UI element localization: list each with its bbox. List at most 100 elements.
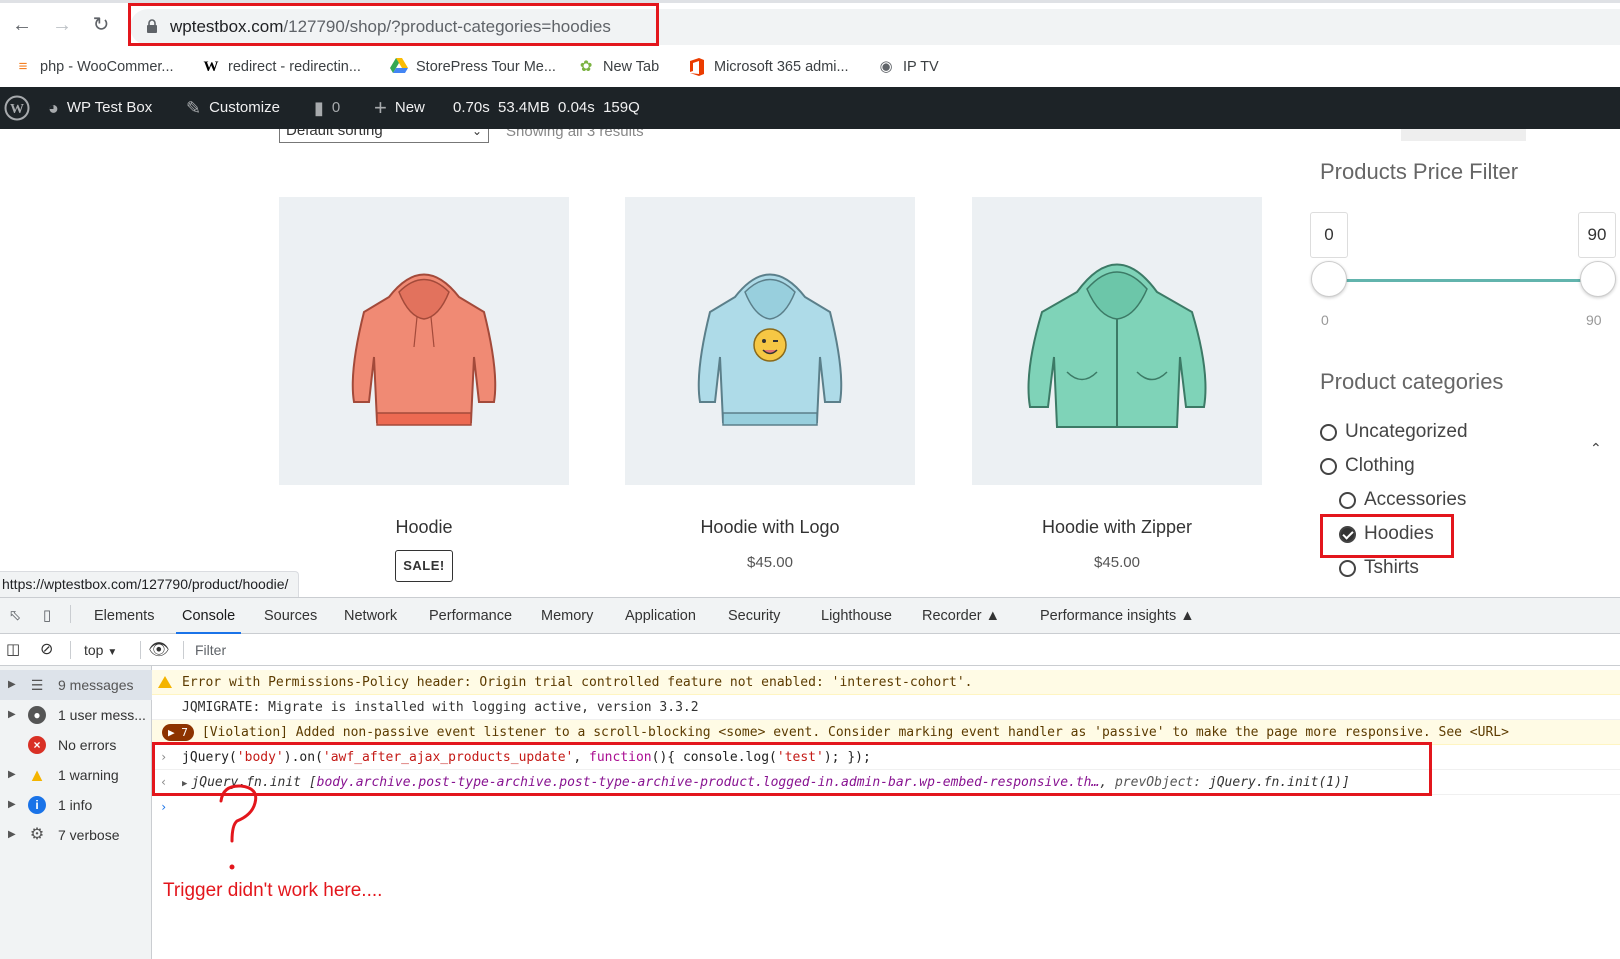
max-price-input[interactable]: 90 [1578, 212, 1616, 258]
tab-recorder[interactable]: Recorder ▲ [922, 598, 1000, 634]
category-label: Uncategorized [1345, 421, 1468, 442]
query-monitor-stats[interactable]: 0.70s 53.4MB 0.04s 159Q [453, 87, 640, 129]
chevron-up-icon[interactable]: ⌃ [1590, 440, 1602, 457]
tab-performance[interactable]: Performance [429, 598, 512, 634]
forward-arrow-icon[interactable]: → [50, 13, 74, 37]
product-name[interactable]: Hoodie with Zipper [972, 517, 1262, 538]
bookmark-label: Microsoft 365 admi... [714, 59, 849, 75]
bookmark-label: php - WooCommer... [40, 59, 174, 75]
back-arrow-icon[interactable]: ← [10, 13, 34, 37]
site-name-menu[interactable]: ◕ WP Test Box [48, 87, 152, 129]
product-card[interactable]: Hoodie with Logo $45.00 [625, 197, 915, 571]
console-log-line[interactable]: JQMIGRATE: Migrate is installed with log… [152, 695, 1620, 720]
bookmark-item[interactable]: StorePress Tour Me... [390, 55, 556, 79]
product-name[interactable]: Hoodie [279, 517, 569, 538]
live-expression-eye-icon[interactable]: 👁 [148, 634, 170, 666]
tab-network[interactable]: Network [344, 598, 397, 634]
sale-badge: SALE! [395, 550, 453, 582]
console-message: JQMIGRATE: Migrate is installed with log… [182, 700, 699, 715]
max-price-label: 90 [1586, 312, 1602, 328]
product-card[interactable]: Hoodie SALE! [279, 197, 569, 582]
product-price: $45.00 [1094, 554, 1140, 571]
comments-link[interactable]: ▮ 0 [314, 87, 340, 129]
wikipedia-icon: W [203, 59, 219, 75]
tab-console[interactable]: Console [176, 598, 242, 634]
divider [183, 641, 184, 659]
sidebar-toggle-icon[interactable]: ◫ [6, 634, 20, 666]
sorting-select[interactable]: Default sorting ⌄ [279, 129, 489, 143]
divider [70, 605, 71, 623]
category-accessories[interactable]: Accessories [1339, 489, 1466, 511]
tab-sources[interactable]: Sources [264, 598, 317, 634]
sidebar-verbose[interactable]: ▶ ⚙ 7 verbose [0, 820, 152, 850]
context-select[interactable]: top ▼ [84, 634, 117, 666]
min-price-input[interactable]: 0 [1310, 212, 1348, 258]
category-tshirts[interactable]: Tshirts [1339, 557, 1419, 579]
bookmark-item[interactable]: ≡ php - WooCommer... [14, 55, 174, 79]
plus-icon: + [374, 95, 387, 120]
bookmark-item[interactable]: ◉ IP TV [877, 55, 939, 79]
bookmark-item[interactable]: ✿ New Tab [577, 55, 659, 79]
product-image[interactable] [279, 197, 569, 485]
inspect-element-icon[interactable]: ⬁ [6, 607, 24, 625]
product-image[interactable] [972, 197, 1262, 485]
console-prompt-line[interactable]: › [152, 795, 1620, 820]
bookmark-label: StorePress Tour Me... [416, 59, 556, 75]
tab-memory[interactable]: Memory [541, 598, 593, 634]
reload-icon[interactable]: ↻ [89, 13, 113, 37]
globe-icon: ◉ [879, 58, 893, 75]
wordpress-logo-icon[interactable]: W [4, 87, 30, 129]
tab-lighthouse[interactable]: Lighthouse [821, 598, 892, 634]
tab-performance-insights[interactable]: Performance insights ▲ [1040, 598, 1195, 634]
expand-arrow-icon: ▶ [8, 679, 16, 690]
console-message: Error with Permissions-Policy header: Or… [182, 675, 973, 690]
max-price-handle[interactable] [1580, 261, 1616, 297]
sidebar-label: 1 warning [58, 767, 119, 783]
category-label: Clothing [1345, 455, 1415, 476]
device-toolbar-icon[interactable]: ▯ [38, 607, 56, 625]
sidebar-label: 1 user mess... [58, 707, 146, 723]
office-icon [688, 58, 706, 76]
hoodies-highlight-box [1320, 514, 1454, 558]
tab-elements[interactable]: Elements [94, 598, 154, 634]
product-image[interactable] [625, 197, 915, 485]
clear-console-icon[interactable]: ⊘ [40, 634, 53, 666]
sidebar-info[interactable]: ▶ i 1 info [0, 790, 152, 820]
warning-icon [158, 676, 172, 688]
sidebar-errors[interactable]: × No errors [0, 730, 152, 760]
context-value: top [84, 642, 104, 658]
tab-label: Recorder [922, 608, 982, 624]
sidebar-label: 1 info [58, 797, 93, 813]
radio-icon [1320, 423, 1337, 441]
sidebar-user-messages[interactable]: ▶ ● 1 user mess... [0, 700, 152, 730]
sidebar-messages[interactable]: ▶ ☰ 9 messages [0, 670, 152, 700]
console-warning-line[interactable]: Error with Permissions-Policy header: Or… [152, 670, 1620, 695]
tab-application[interactable]: Application [625, 598, 696, 634]
stats-text: 0.70s 53.4MB 0.04s 159Q [453, 99, 640, 116]
category-uncategorized[interactable]: Uncategorized [1320, 421, 1468, 443]
tab-security[interactable]: Security [728, 598, 780, 634]
bookmark-label: IP TV [903, 59, 939, 75]
result-count: Showing all 3 results [506, 129, 644, 140]
bookmark-item[interactable]: Wredirect - redirectin... [202, 55, 361, 79]
min-price-handle[interactable] [1311, 261, 1347, 297]
hoodie-with-logo-image [697, 273, 843, 426]
price-slider-track[interactable] [1330, 279, 1598, 282]
new-content-menu[interactable]: + New [374, 87, 425, 129]
bookmark-item[interactable]: Microsoft 365 admi... [688, 55, 849, 79]
link-status-url: https://wptestbox.com/127790/product/hoo… [0, 571, 300, 597]
wp-admin-bar: W ◕ WP Test Box ✎ Customize ▮ 0 + New 0.70s … [0, 87, 1620, 129]
customize-link[interactable]: ✎ Customize [186, 87, 280, 129]
user-icon: ● [28, 706, 46, 724]
product-name[interactable]: Hoodie with Logo [625, 517, 915, 538]
product-card[interactable]: Hoodie with Zipper $45.00 [972, 197, 1262, 571]
stackoverflow-icon: ≡ [18, 58, 28, 75]
divider [140, 641, 141, 659]
console-highlight-box [152, 742, 1432, 796]
category-clothing[interactable]: Clothing [1320, 455, 1415, 477]
sidebar-warnings[interactable]: ▶ ▲ 1 warning [0, 760, 152, 790]
paintbrush-icon: ✎ [186, 98, 202, 118]
console-filter-input[interactable]: Filter [195, 634, 226, 666]
console-sidebar: ▶ ☰ 9 messages ▶ ● 1 user mess... × No errors… [0, 666, 152, 959]
google-drive-icon [390, 58, 408, 76]
